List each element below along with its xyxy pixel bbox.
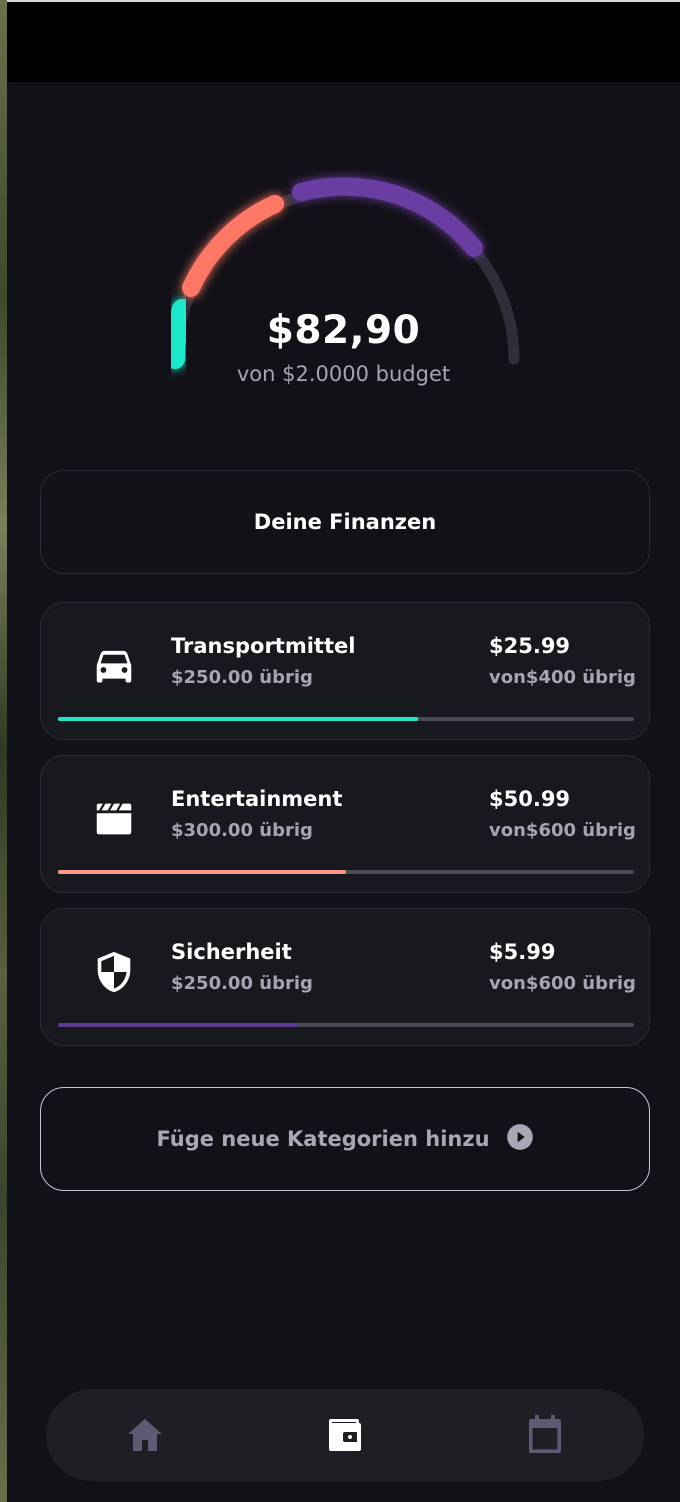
category-card-security[interactable]: Sicherheit $250.00 übrig $5.99 von$600 ü…: [40, 908, 650, 1046]
category-amount: $50.99: [489, 787, 571, 811]
category-card-transport[interactable]: Transportmittel $250.00 übrig $25.99 von…: [40, 602, 650, 740]
category-name: Transportmittel: [171, 634, 356, 658]
calendar-icon: [521, 1415, 569, 1463]
gauge-segment-coral: [182, 195, 284, 297]
spent-amount: $82,90: [266, 308, 421, 353]
category-amount: $5.99: [489, 940, 556, 964]
add-category-label: Füge neue Kategorien hinzu: [156, 1127, 490, 1151]
app-screen: $82,90 von $2.0000 budget Deine Finanzen…: [7, 82, 680, 1502]
shield-icon: [91, 949, 137, 995]
nav-wallet-button[interactable]: [321, 1411, 369, 1459]
budget-gauge: $82,90 von $2.0000 budget: [7, 82, 680, 422]
category-limit: von$600 übrig: [489, 820, 636, 841]
budget-total: von $2.0000 budget: [236, 362, 451, 386]
background-edge: [0, 0, 7, 1502]
category-name: Sicherheit: [171, 940, 292, 964]
finances-button[interactable]: Deine Finanzen: [40, 470, 650, 574]
category-progress-fill: [58, 1023, 298, 1027]
category-name: Entertainment: [171, 787, 343, 811]
category-limit: von$400 übrig: [489, 667, 636, 688]
nav-calendar-button[interactable]: [521, 1411, 569, 1459]
category-card-entertainment[interactable]: Entertainment $300.00 übrig $50.99 von$6…: [40, 755, 650, 893]
category-remaining: $300.00 übrig: [171, 820, 313, 841]
category-remaining: $250.00 übrig: [171, 667, 313, 688]
gauge-segment-purple: [292, 177, 483, 257]
home-icon: [121, 1419, 169, 1463]
finances-label: Deine Finanzen: [253, 510, 437, 534]
category-progress-track: [58, 1023, 634, 1027]
category-progress-fill: [58, 870, 346, 874]
status-bar: [7, 0, 680, 82]
play-circle-icon: [506, 1123, 534, 1156]
category-progress-track: [58, 717, 634, 721]
category-remaining: $250.00 übrig: [171, 973, 313, 994]
category-amount: $25.99: [489, 634, 571, 658]
car-icon: [91, 643, 137, 689]
nav-home-button[interactable]: [121, 1411, 169, 1459]
clapperboard-icon: [91, 796, 137, 842]
category-limit: von$600 übrig: [489, 973, 636, 994]
category-progress-track: [58, 870, 634, 874]
bottom-nav: [46, 1389, 644, 1481]
add-category-button[interactable]: Füge neue Kategorien hinzu: [40, 1087, 650, 1191]
wallet-icon: [321, 1419, 369, 1463]
category-progress-fill: [58, 717, 418, 721]
